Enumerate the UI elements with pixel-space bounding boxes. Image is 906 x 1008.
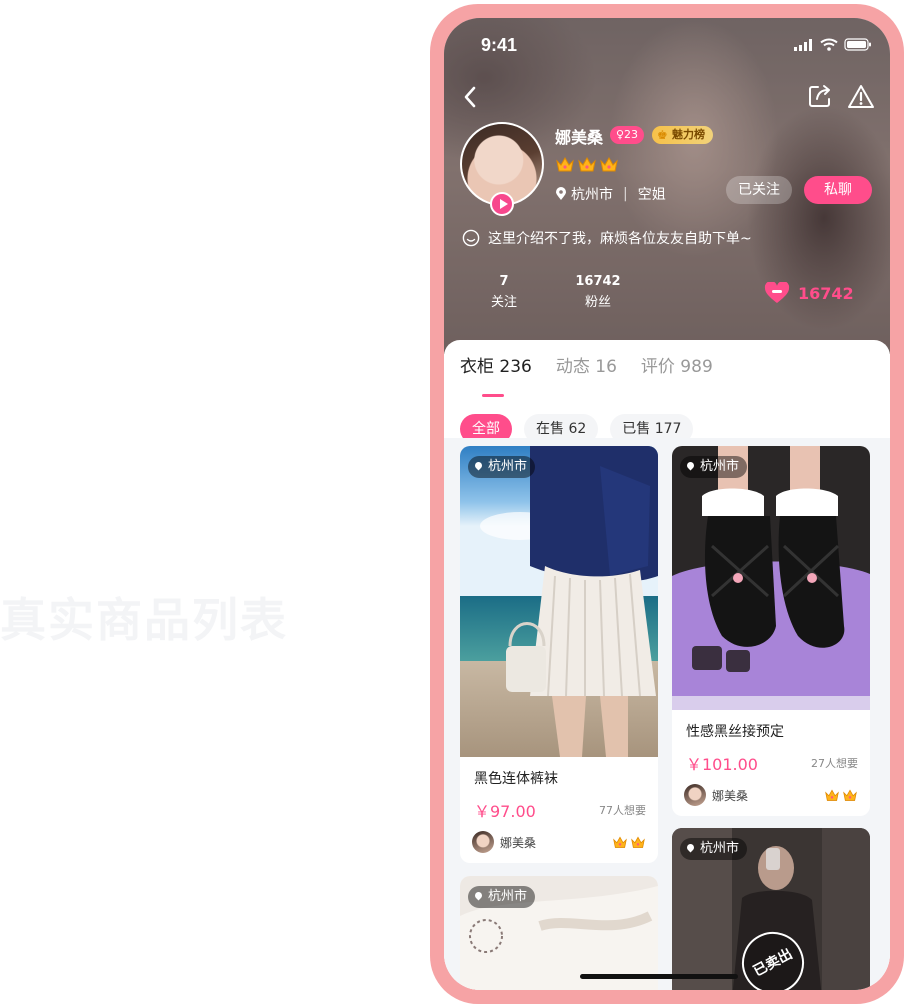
active-tab-indicator (482, 394, 504, 397)
crown-level (555, 155, 619, 173)
heart-icon (764, 282, 790, 303)
charm-rank-badge[interactable]: 魅力榜 (652, 126, 713, 144)
status-time: 9:41 (481, 35, 518, 55)
private-chat-button[interactable]: 私聊 (804, 176, 872, 204)
phone-screen: 9:41 娜美桑 ♀23 魅力榜 杭州市 | 空姐 已关注 私聊 这里介绍不了我… (444, 18, 890, 990)
location-pin-icon (556, 187, 566, 200)
battery-icon (844, 38, 871, 51)
tab-reviews[interactable]: 评价 989 (641, 352, 713, 377)
tab-moments[interactable]: 动态 16 (556, 352, 617, 377)
city-tag: 杭州市 (680, 456, 748, 478)
bio-text: 这里介绍不了我，麻烦各位友友自助下单~ (488, 231, 752, 247)
crown-icon (556, 156, 574, 172)
back-arrow-icon (464, 86, 476, 108)
product-card[interactable]: 杭州市 已卖出 (672, 828, 870, 990)
separator: | (623, 186, 628, 202)
product-image (672, 446, 870, 710)
following-stat[interactable]: 7 关注 (488, 274, 520, 310)
product-card[interactable]: 杭州市 黑色连体裤袜 ￥97.00 77人想要 娜美桑 (460, 446, 658, 863)
likes-count-group: 16742 (764, 282, 854, 304)
location-row: 杭州市 | 空姐 (555, 184, 666, 204)
followed-button[interactable]: 已关注 (726, 176, 792, 204)
city-tag: 杭州市 (680, 838, 748, 860)
tab-bar: 衣柜 236 动态 16 评价 989 (460, 352, 713, 377)
profile-city: 杭州市 (571, 187, 613, 203)
wifi-icon (820, 38, 838, 51)
seller-crowns (824, 788, 858, 802)
warning-icon (848, 85, 874, 108)
share-icon (809, 85, 830, 107)
seller-crowns (612, 835, 646, 849)
crown-icon (578, 156, 596, 172)
product-price: ￥97.00 (474, 802, 536, 821)
seller-name: 娜美桑 (712, 788, 749, 803)
profile-bio: 这里介绍不了我，麻烦各位友友自助下单~ (462, 228, 752, 248)
home-indicator (580, 974, 738, 979)
crown-icon (825, 789, 839, 801)
status-bar: 9:41 (444, 18, 890, 70)
crown-icon (613, 836, 627, 848)
report-button[interactable] (846, 82, 876, 112)
background-caption: 真实商品列表 (0, 593, 288, 647)
following-label: 关注 (490, 295, 517, 310)
city-tag: 杭州市 (468, 886, 536, 908)
want-count: 77人想要 (599, 804, 646, 817)
followers-count: 16742 (575, 274, 621, 289)
share-button[interactable] (806, 82, 834, 110)
seller-info[interactable]: 娜美桑 (472, 831, 536, 853)
profile-name: 娜美桑 (555, 128, 604, 147)
seller-info[interactable]: 娜美桑 (684, 784, 748, 806)
gender-age-badge: ♀23 (610, 126, 645, 144)
play-icon[interactable] (490, 192, 514, 216)
followers-label: 粉丝 (584, 295, 611, 310)
followers-stat[interactable]: 16742 粉丝 (574, 274, 622, 310)
seller-name: 娜美桑 (500, 835, 537, 850)
product-title: 黑色连体裤袜 (474, 771, 558, 787)
crown-icon (843, 789, 857, 801)
following-count: 7 (499, 274, 509, 289)
crown-icon (600, 156, 618, 172)
tab-wardrobe[interactable]: 衣柜 236 (460, 352, 532, 377)
likes-count: 16742 (798, 283, 854, 303)
profile-occupation: 空姐 (637, 187, 666, 203)
product-image (460, 446, 658, 757)
crown-icon (631, 836, 645, 848)
back-button[interactable] (456, 82, 486, 112)
seller-avatar (684, 784, 706, 806)
smile-icon (462, 229, 480, 247)
product-price: ￥101.00 (686, 755, 758, 774)
city-tag: 杭州市 (468, 456, 536, 478)
product-card[interactable]: 杭州市 性感黑丝接预定 ￥101.00 27人想要 娜美桑 (672, 446, 870, 816)
seller-avatar (472, 831, 494, 853)
product-title: 性感黑丝接预定 (686, 724, 784, 740)
signal-icon (794, 38, 812, 51)
status-icons (794, 38, 872, 51)
want-count: 27人想要 (811, 757, 858, 770)
profile-avatar[interactable] (460, 122, 544, 216)
product-card[interactable]: 杭州市 (460, 876, 658, 990)
